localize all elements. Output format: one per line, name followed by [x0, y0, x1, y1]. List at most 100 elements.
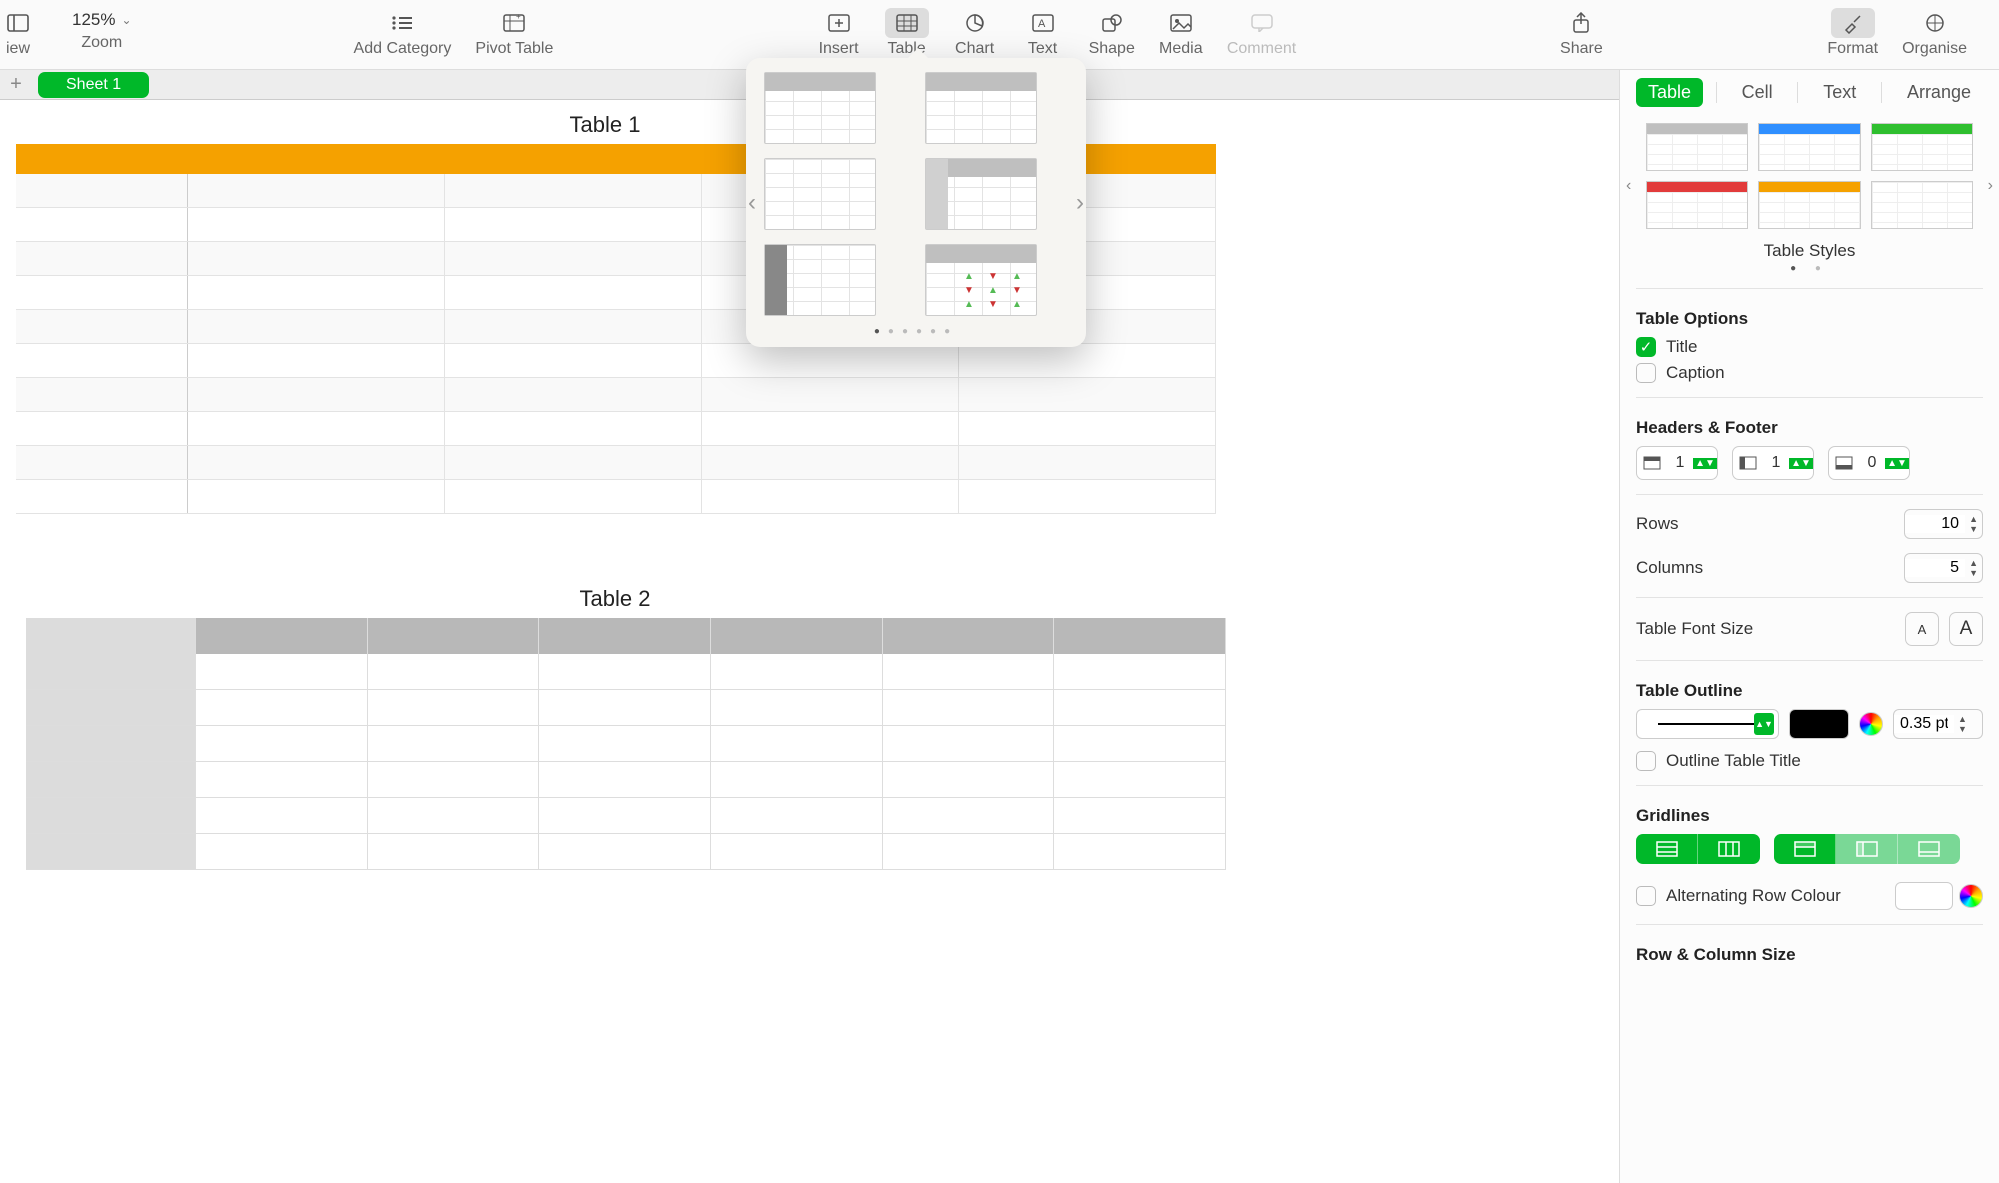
stepper-icon[interactable]: ▲▼ [1693, 458, 1717, 469]
style-next-icon[interactable]: › [1988, 177, 1993, 195]
table2-title[interactable]: Table 2 [0, 586, 1230, 612]
pie-icon [953, 8, 997, 38]
style-page-dots[interactable]: ● ● [1636, 263, 1983, 274]
font-larger-button[interactable]: A [1949, 612, 1983, 646]
tab-arrange[interactable]: Arrange [1895, 78, 1983, 107]
rows-input[interactable]: ▲▼ [1904, 509, 1983, 539]
shape-icon [1090, 8, 1134, 38]
tab-cell[interactable]: Cell [1730, 78, 1785, 107]
table-style-thumb[interactable]: ▲▼▲ ▼▲▼ ▲▼▲ [925, 244, 1037, 316]
media-icon [1159, 8, 1203, 38]
table-style-thumb[interactable] [764, 72, 876, 144]
svg-text:+: + [516, 13, 521, 21]
chevron-down-icon: ⌄ [121, 13, 131, 27]
comment-button: Comment [1227, 8, 1296, 58]
title-checkbox-label: Title [1666, 337, 1698, 357]
media-button[interactable]: Media [1159, 8, 1203, 58]
table-style-thumb[interactable] [764, 244, 876, 316]
text-button[interactable]: A Text [1021, 8, 1065, 58]
share-button[interactable]: Share [1559, 8, 1603, 58]
outline-color-well[interactable] [1789, 709, 1849, 739]
gridline-header-h-button[interactable] [1774, 834, 1836, 864]
table-style-popover: ‹ › ▲▼▲ ▼▲▼ ▲▼▲ ●●●●●● [746, 58, 1086, 347]
tab-text[interactable]: Text [1811, 78, 1868, 107]
table2-header[interactable] [26, 618, 1226, 654]
sheet-tab[interactable]: Sheet 1 [38, 72, 149, 98]
table2[interactable] [26, 618, 1226, 870]
outline-width-input[interactable]: ▲▼ [1893, 709, 1983, 739]
gridline-footer-button[interactable] [1898, 834, 1960, 864]
table-style-thumb[interactable] [764, 158, 876, 230]
share-icon [1559, 8, 1603, 38]
shape-button[interactable]: Shape [1089, 8, 1135, 58]
style-thumb[interactable] [1758, 181, 1860, 229]
stepper-icon[interactable]: ▲▼ [1965, 558, 1982, 578]
columns-field[interactable] [1905, 559, 1965, 577]
format-button[interactable]: Format [1827, 8, 1878, 58]
footer-rows-stepper[interactable]: 0 ▲▼ [1828, 446, 1910, 480]
font-smaller-button[interactable]: A [1905, 612, 1939, 646]
chart-button[interactable]: Chart [953, 8, 997, 58]
popover-prev-button[interactable]: ‹ [748, 189, 756, 217]
popover-page-dots[interactable]: ●●●●●● [764, 326, 1068, 337]
gridlines-title: Gridlines [1636, 806, 1983, 826]
pivot-table-button[interactable]: + Pivot Table [475, 8, 553, 58]
title-checkbox[interactable]: ✓ [1636, 337, 1656, 357]
alt-row-label: Alternating Row Colour [1666, 886, 1841, 906]
gridline-v-button[interactable] [1698, 834, 1760, 864]
organise-button[interactable]: Organise [1902, 8, 1967, 58]
chart-label: Chart [955, 40, 994, 58]
gridline-header-v-button[interactable] [1836, 834, 1898, 864]
style-thumb[interactable] [1758, 123, 1860, 171]
stepper-icon[interactable]: ▲▼ [1885, 458, 1909, 469]
stepper-icon[interactable]: ▲▼ [1965, 514, 1982, 534]
insert-button[interactable]: Insert [817, 8, 861, 58]
color-picker-icon[interactable] [1859, 712, 1883, 736]
gridline-h-button[interactable] [1636, 834, 1698, 864]
share-label: Share [1560, 40, 1603, 58]
textbox-icon: A [1021, 8, 1065, 38]
header-rows-stepper[interactable]: 1 ▲▼ [1636, 446, 1718, 480]
alt-row-color-well[interactable] [1895, 882, 1953, 910]
caption-checkbox[interactable] [1636, 363, 1656, 383]
table-style-thumb[interactable] [925, 158, 1037, 230]
table-style-thumb[interactable] [925, 72, 1037, 144]
insert-label: Insert [819, 40, 859, 58]
row-col-size-title: Row & Column Size [1636, 945, 1983, 965]
view-label: iew [6, 40, 30, 58]
caption-checkbox-label: Caption [1666, 363, 1725, 383]
format-label: Format [1827, 40, 1878, 58]
outline-line-style[interactable]: ▲▼ [1636, 709, 1779, 739]
zoom-value: 125% [72, 10, 115, 30]
style-thumb[interactable] [1646, 123, 1748, 171]
media-label: Media [1159, 40, 1203, 58]
add-category-button[interactable]: Add Category [354, 8, 452, 58]
popover-next-button[interactable]: › [1076, 189, 1084, 217]
view-button[interactable]: iew [0, 8, 40, 58]
plus-box-icon [817, 8, 861, 38]
header-cols-stepper[interactable]: 1 ▲▼ [1732, 446, 1814, 480]
outline-width-field[interactable] [1894, 715, 1954, 733]
footer-rows-value: 0 [1859, 454, 1885, 472]
stepper-icon[interactable]: ▲▼ [1789, 458, 1813, 469]
pivot-label: Pivot Table [475, 40, 553, 58]
style-thumb[interactable] [1646, 181, 1748, 229]
style-thumb[interactable] [1871, 181, 1973, 229]
tab-table[interactable]: Table [1636, 78, 1703, 107]
alt-row-checkbox[interactable] [1636, 886, 1656, 906]
color-picker-icon[interactable] [1959, 884, 1983, 908]
add-sheet-button[interactable]: + [0, 70, 32, 100]
style-thumb[interactable] [1871, 123, 1973, 171]
font-size-label: Table Font Size [1636, 619, 1753, 639]
header-col-icon [1733, 456, 1763, 470]
columns-label: Columns [1636, 558, 1703, 578]
outline-title: Table Outline [1636, 681, 1983, 701]
outline-title-checkbox[interactable] [1636, 751, 1656, 771]
zoom-control[interactable]: 125% ⌄ Zoom [64, 8, 140, 52]
organise-icon [1913, 8, 1957, 38]
stepper-icon[interactable]: ▲▼ [1954, 714, 1971, 734]
style-prev-icon[interactable]: ‹ [1626, 177, 1631, 195]
rows-field[interactable] [1905, 515, 1965, 533]
columns-input[interactable]: ▲▼ [1904, 553, 1983, 583]
body-gridlines-group [1636, 834, 1760, 864]
